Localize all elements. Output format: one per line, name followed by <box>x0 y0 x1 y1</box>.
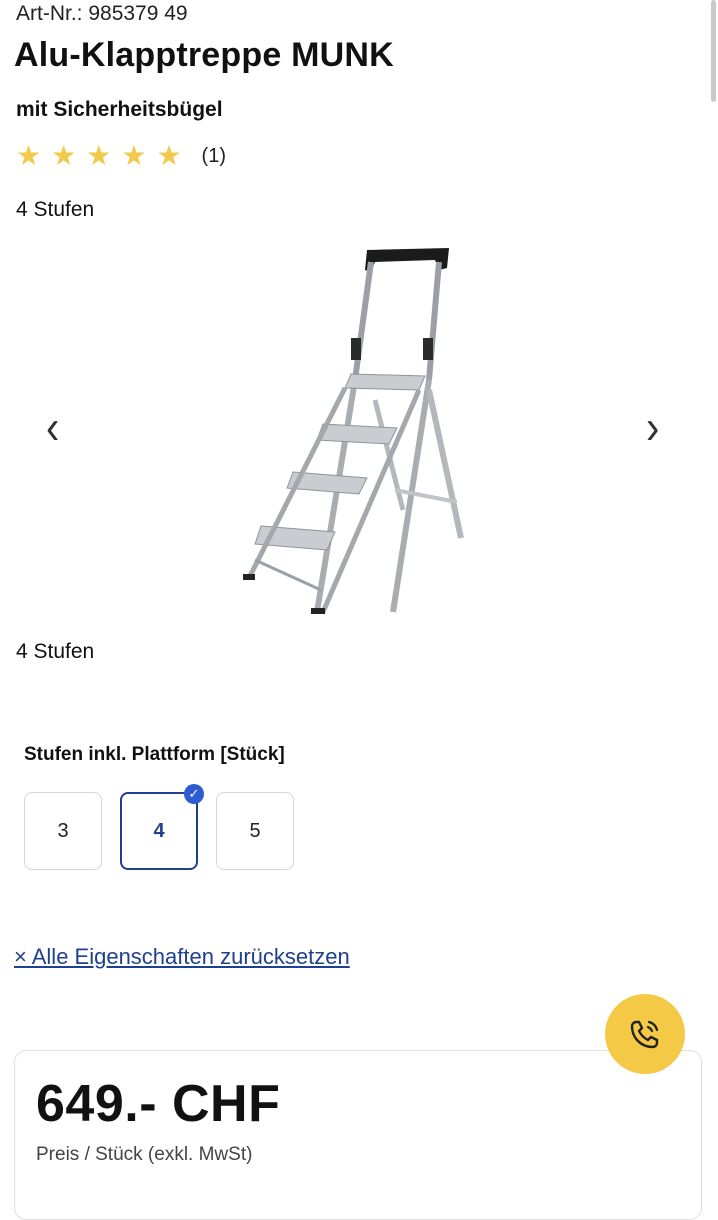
star-icon: ★ <box>121 140 147 171</box>
option-4-steps-button[interactable]: 4 ✓ <box>120 784 204 870</box>
image-caption: 4 Stufen <box>16 640 95 663</box>
star-icon: ★ <box>86 140 112 171</box>
variant-heading: 4 Stufen <box>16 198 95 221</box>
option-5-steps-button[interactable]: 5 <box>216 792 294 870</box>
call-button[interactable] <box>605 994 685 1074</box>
product-title: Alu-Klapptreppe MUNK <box>14 36 394 74</box>
star-icon: ★ <box>156 140 182 171</box>
scrollbar[interactable] <box>711 0 716 102</box>
price-note: Preis / Stück (exkl. MwSt) <box>36 1144 253 1165</box>
reset-properties-link[interactable]: × Alle Eigenschaften zurücksetzen <box>14 944 350 970</box>
phone-icon <box>630 1020 659 1049</box>
price: 649.- CHF <box>36 1075 281 1133</box>
step-ladder-illustration <box>243 248 464 614</box>
article-number: Art-Nr.: 985379 49 <box>16 2 188 25</box>
option-3-steps-button[interactable]: 3 <box>24 792 102 870</box>
star-icon: ★ <box>16 140 42 171</box>
star-icon: ★ <box>51 140 77 171</box>
rating[interactable]: ★ ★ ★ ★ ★ (1) <box>16 142 226 170</box>
product-subtitle: mit Sicherheitsbügel <box>16 98 223 121</box>
gallery-next-icon[interactable]: › <box>646 404 659 452</box>
rating-count[interactable]: (1) <box>202 145 226 168</box>
option-4-label: 4 <box>153 819 165 842</box>
gallery-prev-icon[interactable]: ‹ <box>46 404 59 452</box>
checkmark-icon: ✓ <box>184 784 204 804</box>
product-image[interactable] <box>225 240 485 620</box>
option-label: Stufen inkl. Plattform [Stück] <box>24 744 285 765</box>
